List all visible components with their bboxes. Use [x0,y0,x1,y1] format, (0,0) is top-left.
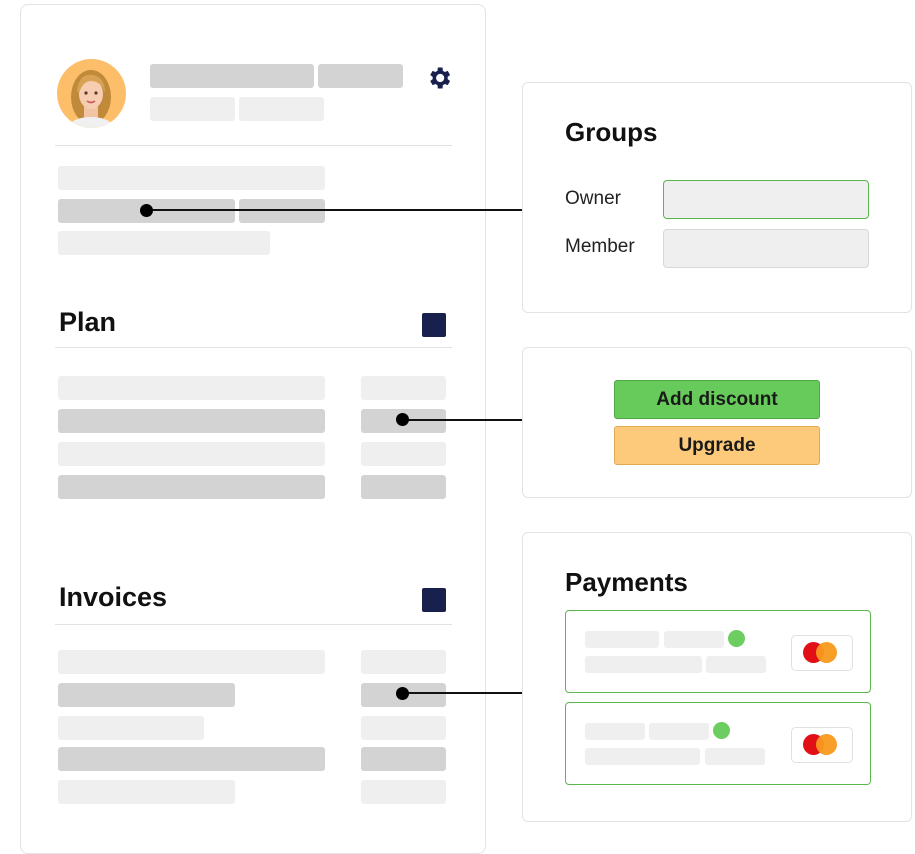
connector-line-actions [402,419,523,421]
plan-value-skeleton [361,442,446,466]
connector-line-groups [146,209,523,211]
add-discount-button[interactable]: Add discount [614,380,820,419]
connector-dot-groups [140,204,153,217]
invoice-row-skeleton [58,780,235,804]
connector-line-payments [402,692,523,694]
info-line-skeleton [58,231,270,255]
invoice-value-skeleton [361,650,446,674]
plan-row-skeleton [58,475,325,499]
invoice-value-skeleton [361,716,446,740]
plan-action-button[interactable] [422,313,446,337]
mastercard-orange-circle [816,642,837,663]
groups-panel: Groups Owner Member [522,82,912,313]
avatar [57,59,126,128]
plan-row-skeleton [58,376,325,400]
payments-panel: Payments [522,532,912,822]
plan-row-skeleton [58,442,325,466]
info-line-skeleton [239,199,325,223]
payment-line-skeleton [585,748,700,765]
plan-divider [55,347,452,348]
plan-value-skeleton [361,475,446,499]
plan-value-skeleton [361,376,446,400]
actions-panel: Add discount Upgrade [522,347,912,498]
connector-dot-actions [396,413,409,426]
plan-section-title: Plan [59,307,117,337]
gear-icon [430,67,451,89]
status-active-icon [713,722,730,739]
invoice-row-skeleton [58,650,325,674]
invoice-value-skeleton [361,747,446,771]
mastercard-icon [791,635,853,671]
mastercard-orange-circle [816,734,837,755]
profile-name-skeleton [318,64,403,88]
payment-line-skeleton [705,748,765,765]
payments-title: Payments [565,567,688,597]
account-card: Plan Invoices [20,4,486,854]
invoices-divider [55,624,452,625]
owner-label: Owner [565,188,621,209]
status-active-icon [728,630,745,647]
invoice-value-skeleton [361,780,446,804]
header-divider [55,145,452,146]
info-line-skeleton [58,166,325,190]
payment-line-skeleton [664,631,724,648]
invoice-row-skeleton [58,716,204,740]
payment-line-skeleton [585,631,659,648]
profile-subtitle-skeleton [150,97,235,121]
settings-button[interactable] [425,64,453,92]
profile-name-skeleton [150,64,314,88]
mastercard-icon [791,727,853,763]
user-avatar-icon [69,70,113,128]
payment-line-skeleton [706,656,766,673]
invoices-section-title: Invoices [59,582,168,612]
payment-line-skeleton [649,723,709,740]
upgrade-button[interactable]: Upgrade [614,426,820,465]
profile-subtitle-skeleton [239,97,324,121]
groups-title: Groups [565,117,658,147]
payment-line-skeleton [585,656,702,673]
invoice-row-skeleton [58,683,235,707]
payment-method-row[interactable] [565,610,871,693]
connector-dot-payments [396,687,409,700]
payment-line-skeleton [585,723,645,740]
owner-field[interactable] [663,180,869,219]
invoices-action-button[interactable] [422,588,446,612]
member-field[interactable] [663,229,869,268]
invoice-row-skeleton [58,747,325,771]
payment-method-row[interactable] [565,702,871,785]
member-label: Member [565,236,635,257]
plan-row-skeleton [58,409,325,433]
